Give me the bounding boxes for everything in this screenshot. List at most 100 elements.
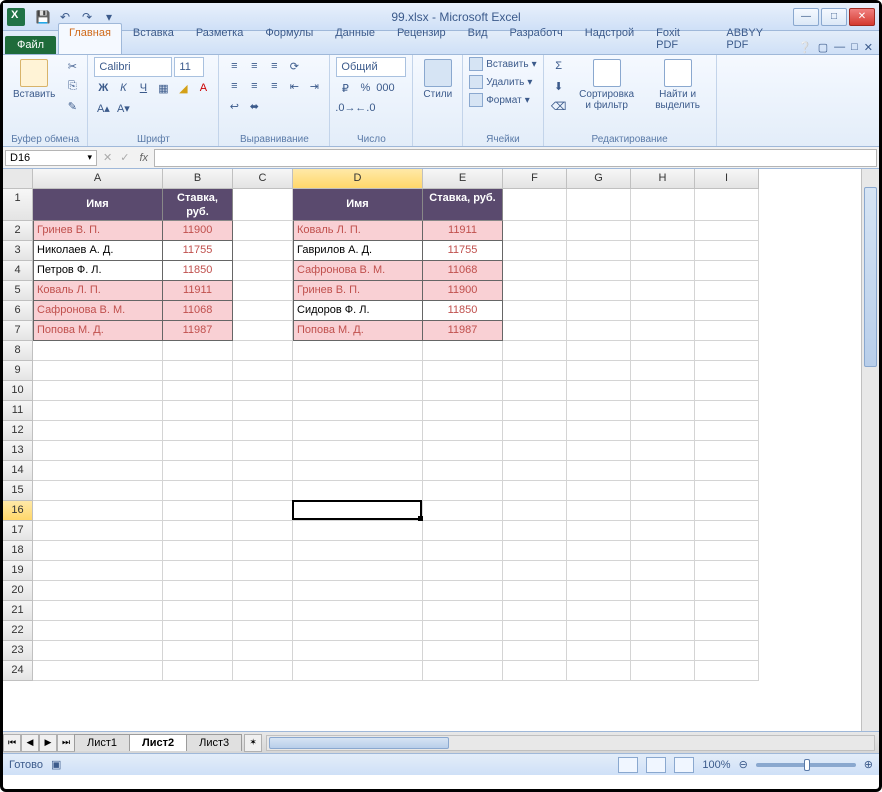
row-header-19[interactable]: 19 xyxy=(3,561,33,581)
ribbon-tab-9[interactable]: Foxit PDF xyxy=(645,23,715,54)
cell-I15[interactable] xyxy=(695,481,759,501)
col-header-F[interactable]: F xyxy=(503,169,567,189)
number-format-select[interactable]: Общий xyxy=(336,57,406,77)
cell-B24[interactable] xyxy=(163,661,233,681)
name-box[interactable]: D16 ▾ xyxy=(5,150,97,166)
cell-B6[interactable]: 11068 xyxy=(163,301,233,321)
cell-D20[interactable] xyxy=(293,581,423,601)
cell-H6[interactable] xyxy=(631,301,695,321)
cell-B14[interactable] xyxy=(163,461,233,481)
cell-I22[interactable] xyxy=(695,621,759,641)
cell-B9[interactable] xyxy=(163,361,233,381)
cell-I10[interactable] xyxy=(695,381,759,401)
cell-G2[interactable] xyxy=(567,221,631,241)
ribbon-minimize-icon[interactable]: ▢ xyxy=(818,41,828,54)
cell-E22[interactable] xyxy=(423,621,503,641)
col-header-C[interactable]: C xyxy=(233,169,293,189)
ribbon-tab-8[interactable]: Надстрой xyxy=(574,23,645,54)
cell-A23[interactable] xyxy=(33,641,163,661)
cell-E15[interactable] xyxy=(423,481,503,501)
cancel-formula-icon[interactable]: ✕ xyxy=(99,151,116,164)
cell-H5[interactable] xyxy=(631,281,695,301)
cell-H3[interactable] xyxy=(631,241,695,261)
cell-I23[interactable] xyxy=(695,641,759,661)
cell-H16[interactable] xyxy=(631,501,695,521)
cell-E6[interactable]: 11850 xyxy=(423,301,503,321)
row-header-14[interactable]: 14 xyxy=(3,461,33,481)
delete-cells-button[interactable]: Удалить▾ xyxy=(469,75,536,89)
col-header-A[interactable]: A xyxy=(33,169,163,189)
cell-E23[interactable] xyxy=(423,641,503,661)
cell-C1[interactable] xyxy=(233,189,293,221)
cell-F4[interactable] xyxy=(503,261,567,281)
zoom-slider-knob[interactable] xyxy=(804,759,810,771)
cell-D12[interactable] xyxy=(293,421,423,441)
col-header-I[interactable]: I xyxy=(695,169,759,189)
cell-D4[interactable]: Сафронова В. М. xyxy=(293,261,423,281)
cell-G10[interactable] xyxy=(567,381,631,401)
cell-G17[interactable] xyxy=(567,521,631,541)
merge-button[interactable]: ⬌ xyxy=(245,97,263,115)
cell-D19[interactable] xyxy=(293,561,423,581)
row-header-20[interactable]: 20 xyxy=(3,581,33,601)
row-header-7[interactable]: 7 xyxy=(3,321,33,341)
cell-F12[interactable] xyxy=(503,421,567,441)
col-header-B[interactable]: B xyxy=(163,169,233,189)
cell-B1[interactable]: Ставка, руб. xyxy=(163,189,233,221)
cell-E9[interactable] xyxy=(423,361,503,381)
cell-A1[interactable]: Имя xyxy=(33,189,163,221)
cell-B11[interactable] xyxy=(163,401,233,421)
cell-D9[interactable] xyxy=(293,361,423,381)
cell-A20[interactable] xyxy=(33,581,163,601)
cell-H4[interactable] xyxy=(631,261,695,281)
cell-E5[interactable]: 11900 xyxy=(423,281,503,301)
find-select-button[interactable]: Найти и выделить xyxy=(646,57,710,113)
row-header-24[interactable]: 24 xyxy=(3,661,33,681)
cell-G23[interactable] xyxy=(567,641,631,661)
cell-F6[interactable] xyxy=(503,301,567,321)
font-size-select[interactable]: 11 xyxy=(174,57,204,77)
cell-A7[interactable]: Попова М. Д. xyxy=(33,321,163,341)
cell-C13[interactable] xyxy=(233,441,293,461)
cell-I8[interactable] xyxy=(695,341,759,361)
cell-I19[interactable] xyxy=(695,561,759,581)
cell-F11[interactable] xyxy=(503,401,567,421)
vertical-scrollbar[interactable] xyxy=(861,169,879,731)
align-bottom-button[interactable]: ≡ xyxy=(265,57,283,75)
decrease-font-button[interactable]: A▾ xyxy=(114,99,132,117)
cell-C12[interactable] xyxy=(233,421,293,441)
sheet-nav-prev[interactable]: ◀ xyxy=(21,734,39,752)
zoom-in-button[interactable]: ⊕ xyxy=(864,758,873,771)
cell-D16[interactable] xyxy=(293,501,423,521)
row-header-12[interactable]: 12 xyxy=(3,421,33,441)
ribbon-tab-6[interactable]: Вид xyxy=(457,23,499,54)
cell-G13[interactable] xyxy=(567,441,631,461)
cell-F18[interactable] xyxy=(503,541,567,561)
sheet-nav-first[interactable]: ⏮ xyxy=(3,734,21,752)
ribbon-tab-0[interactable]: Главная xyxy=(58,23,122,54)
row-header-15[interactable]: 15 xyxy=(3,481,33,501)
col-header-D[interactable]: D xyxy=(293,169,423,189)
cell-A10[interactable] xyxy=(33,381,163,401)
cell-C2[interactable] xyxy=(233,221,293,241)
cell-A18[interactable] xyxy=(33,541,163,561)
cell-G19[interactable] xyxy=(567,561,631,581)
cell-H9[interactable] xyxy=(631,361,695,381)
cell-C18[interactable] xyxy=(233,541,293,561)
cell-G21[interactable] xyxy=(567,601,631,621)
font-color-button[interactable]: A xyxy=(194,79,212,97)
cell-A5[interactable]: Коваль Л. П. xyxy=(33,281,163,301)
cell-B17[interactable] xyxy=(163,521,233,541)
cell-G3[interactable] xyxy=(567,241,631,261)
select-all-corner[interactable] xyxy=(3,169,33,189)
align-left-button[interactable]: ≡ xyxy=(225,77,243,95)
cell-I12[interactable] xyxy=(695,421,759,441)
vertical-scroll-thumb[interactable] xyxy=(864,187,877,367)
cell-E10[interactable] xyxy=(423,381,503,401)
styles-button[interactable]: Стили xyxy=(419,57,456,102)
cell-B13[interactable] xyxy=(163,441,233,461)
cell-D8[interactable] xyxy=(293,341,423,361)
clear-button[interactable]: ⌫ xyxy=(550,97,568,115)
cell-D17[interactable] xyxy=(293,521,423,541)
cell-C20[interactable] xyxy=(233,581,293,601)
